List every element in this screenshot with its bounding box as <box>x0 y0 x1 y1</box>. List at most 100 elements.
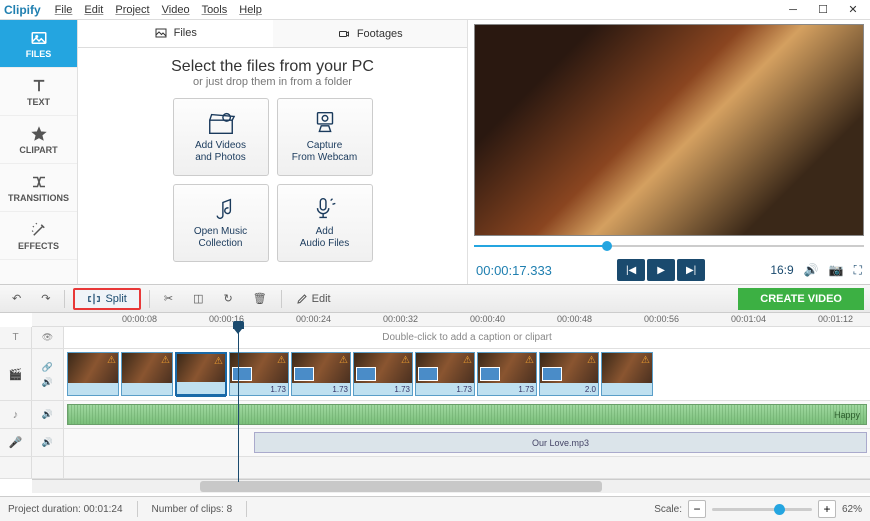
webcam-icon <box>310 110 340 136</box>
aspect-ratio[interactable]: 16:9 <box>770 263 793 277</box>
wand-icon <box>30 221 48 239</box>
video-clip[interactable] <box>67 352 119 396</box>
sidebar-item-text[interactable]: TEXT <box>0 68 77 116</box>
video-clip[interactable] <box>121 352 173 396</box>
minimize-button[interactable]: ─ <box>780 2 806 18</box>
mic-icon <box>310 196 340 222</box>
main-area: FILES TEXT CLIPART TRANSITIONS EFFECTS F… <box>0 20 870 285</box>
transitions-icon <box>30 173 48 191</box>
caption-track: T 👁 Double-click to add a caption or cli… <box>0 327 870 349</box>
preview-seek-slider[interactable] <box>474 238 864 254</box>
timecode: 00:00:17.333 <box>476 263 552 278</box>
split-button[interactable]: Split <box>73 288 140 310</box>
files-subheading: or just drop them in from a folder <box>193 76 352 88</box>
preview-panel: 00:00:17.333 |◀ ▶ ▶| 16:9 🔊 📷 ⛶ <box>468 20 870 284</box>
track-volume-icon[interactable]: 🔊 <box>42 409 53 420</box>
volume-icon[interactable]: 🔊 <box>804 263 819 277</box>
picture-icon <box>154 27 168 39</box>
sidebar-item-clipart[interactable]: CLIPART <box>0 116 77 164</box>
audio-track-1-body[interactable]: Happy <box>64 401 870 428</box>
maximize-button[interactable]: ☐ <box>810 2 836 18</box>
video-clip[interactable] <box>601 352 653 396</box>
edit-button[interactable]: Edit <box>290 291 337 307</box>
redo-button[interactable]: ↷ <box>35 290 56 307</box>
video-clip[interactable]: 1.73 <box>353 352 413 396</box>
crop-button[interactable]: ◫ <box>187 290 209 307</box>
sidebar-item-transitions[interactable]: TRANSITIONS <box>0 164 77 212</box>
prev-button[interactable]: |◀ <box>617 259 645 281</box>
add-videos-button[interactable]: Add Videos and Photos <box>173 98 269 176</box>
video-track-icon: 🎬 <box>9 368 23 381</box>
video-clip[interactable]: 1.73 <box>477 352 537 396</box>
video-clip[interactable]: 1.73 <box>415 352 475 396</box>
play-button[interactable]: ▶ <box>647 259 675 281</box>
rotate-button[interactable]: ↻ <box>217 290 238 307</box>
star-icon <box>30 125 48 143</box>
clip-count: 8 <box>227 504 233 515</box>
create-video-button[interactable]: CREATE VIDEO <box>738 288 864 310</box>
audio-track-1: ♪ 🔊 Happy <box>0 401 870 429</box>
title-bar: Clipify File Edit Project Video Tools He… <box>0 0 870 20</box>
zoom-in-button[interactable]: + <box>818 500 836 518</box>
split-icon <box>87 292 101 306</box>
snapshot-icon[interactable]: 📷 <box>829 263 844 277</box>
main-menu: File Edit Project Video Tools Help <box>55 4 262 16</box>
close-button[interactable]: ✕ <box>840 2 866 18</box>
tab-footages[interactable]: Footages <box>273 20 468 47</box>
audio-track-2: 🎤 🔊 Our Love.mp3 <box>0 429 870 457</box>
zoom-out-button[interactable]: − <box>688 500 706 518</box>
text-track-icon: T <box>12 332 18 343</box>
menu-tools[interactable]: Tools <box>202 4 228 16</box>
pencil-icon <box>296 293 308 305</box>
cut-button[interactable]: ✂ <box>158 290 179 307</box>
camera-icon <box>337 28 351 40</box>
sidebar-item-files[interactable]: FILES <box>0 20 77 68</box>
music-icon <box>206 196 236 222</box>
files-panel: Files Footages Select the files from you… <box>78 20 468 284</box>
timeline-scrollbar[interactable] <box>32 479 870 493</box>
timeline: 00:00:08 00:00:16 00:00:24 00:00:32 00:0… <box>0 313 870 496</box>
status-bar: Project duration: 00:01:24 Number of cli… <box>0 496 870 521</box>
menu-file[interactable]: File <box>55 4 73 16</box>
menu-edit[interactable]: Edit <box>84 4 103 16</box>
menu-project[interactable]: Project <box>115 4 149 16</box>
open-music-button[interactable]: Open Music Collection <box>173 184 269 262</box>
image-icon <box>30 29 48 47</box>
sidebar-item-effects[interactable]: EFFECTS <box>0 212 77 260</box>
undo-button[interactable]: ↶ <box>6 290 27 307</box>
capture-webcam-button[interactable]: Capture From Webcam <box>277 98 373 176</box>
video-preview[interactable] <box>474 24 864 236</box>
track-volume-icon[interactable]: 🔊 <box>42 437 53 448</box>
project-duration: 00:01:24 <box>84 504 123 515</box>
left-sidebar: FILES TEXT CLIPART TRANSITIONS EFFECTS <box>0 20 78 284</box>
mic-track-icon: 🎤 <box>9 436 23 449</box>
caption-track-body[interactable]: Double-click to add a caption or clipart <box>64 327 870 348</box>
music-track-icon: ♪ <box>13 409 19 421</box>
text-icon <box>30 77 48 95</box>
files-heading: Select the files from your PC <box>171 58 374 76</box>
menu-help[interactable]: Help <box>239 4 262 16</box>
track-volume-icon[interactable]: 🔊 <box>42 377 53 388</box>
video-clip[interactable]: 2.0 <box>539 352 599 396</box>
video-track: 🎬 🔗 🔊 1.731.731.731.731.732.0 <box>0 349 870 401</box>
video-track-body[interactable]: 1.731.731.731.731.732.0 <box>64 349 870 400</box>
edit-toolbar: ↶ ↷ Split ✂ ◫ ↻ 🗑 Edit CREATE VIDEO <box>0 285 870 313</box>
video-clip[interactable]: 1.73 <box>229 352 289 396</box>
add-audio-button[interactable]: Add Audio Files <box>277 184 373 262</box>
timeline-ruler[interactable]: 00:00:08 00:00:16 00:00:24 00:00:32 00:0… <box>32 313 870 327</box>
audio-track-2-body[interactable]: Our Love.mp3 <box>64 429 870 456</box>
menu-video[interactable]: Video <box>162 4 190 16</box>
tab-files[interactable]: Files <box>78 20 273 47</box>
video-clip[interactable]: 1.73 <box>291 352 351 396</box>
clapper-icon <box>206 110 236 136</box>
next-button[interactable]: ▶| <box>677 259 705 281</box>
zoom-value: 62% <box>842 504 862 515</box>
link-icon[interactable]: 🔗 <box>42 362 53 373</box>
fullscreen-icon[interactable]: ⛶ <box>854 263 862 278</box>
video-clip[interactable] <box>175 352 227 396</box>
zoom-slider[interactable] <box>712 508 812 511</box>
app-logo: Clipify <box>4 3 41 17</box>
empty-track <box>0 457 870 479</box>
visibility-icon[interactable]: 👁 <box>42 332 53 343</box>
delete-button[interactable]: 🗑 <box>247 290 273 307</box>
